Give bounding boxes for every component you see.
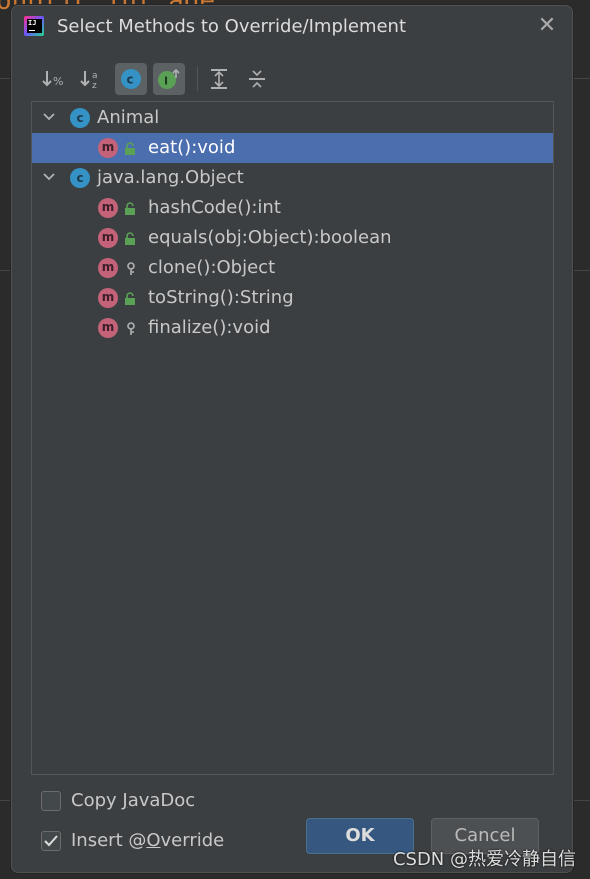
dialog-title: Select Methods to Override/Implement [57,16,407,37]
csdn-watermark: CSDN @热爱冷静自信 [392,849,576,870]
method-label: finalize():void [148,317,271,338]
insert-override-label[interactable]: Insert @Override [71,830,224,851]
copy-javadoc-checkbox[interactable] [41,791,61,811]
dialog-titlebar[interactable]: IJ Select Methods to Override/Implement … [11,5,573,49]
public-lock-icon [125,142,135,155]
checkmark-icon [44,835,58,847]
method-label: clone():Object [148,257,276,278]
tree-group-row[interactable]: c Animal [32,103,553,133]
method-icon: m [98,138,118,158]
close-icon[interactable]: ✕ [535,14,559,38]
method-label: toString():String [148,287,294,308]
class-name: java.lang.Object [97,167,244,188]
protected-key-icon [127,262,135,275]
method-label: equals(obj:Object):boolean [148,227,392,248]
method-row-finalize[interactable]: m finalize():void [32,313,553,343]
methods-tree[interactable]: c Animal m eat():void c java.lang.Object… [31,101,554,775]
svg-text:%: % [53,75,63,88]
class-name: Animal [97,107,160,128]
method-icon: m [98,318,118,338]
chevron-down-icon[interactable] [42,170,56,184]
group-by-class-icon[interactable]: c [115,63,147,95]
insert-override-checkbox[interactable] [41,831,61,851]
sort-alphabetically-icon[interactable]: a z [75,63,107,95]
svg-text:a: a [92,71,98,81]
sort-by-visibility-icon[interactable]: % [37,63,69,95]
class-icon: c [70,108,90,128]
tree-group-row[interactable]: c java.lang.Object [32,163,553,193]
method-label: hashCode():int [148,197,281,218]
method-row-eat[interactable]: m eat():void [32,133,553,163]
override-methods-dialog: IJ Select Methods to Override/Implement … [10,4,574,874]
protected-key-icon [127,322,135,335]
method-label: eat():void [148,137,236,158]
svg-text:I: I [164,75,168,88]
chevron-down-icon[interactable] [42,110,56,124]
method-icon: m [98,228,118,248]
method-icon: m [98,198,118,218]
svg-text:c: c [127,73,134,87]
collapse-all-icon[interactable] [241,63,273,95]
dialog-toolbar: % a z c I [37,63,553,97]
method-row-clone[interactable]: m clone():Object [32,253,553,283]
show-interfaces-icon[interactable]: I [153,63,185,95]
intellij-logo-icon: IJ [24,16,44,36]
method-row-equals[interactable]: m equals(obj:Object):boolean [32,223,553,253]
class-icon: c [70,168,90,188]
public-lock-icon [125,202,135,215]
public-lock-icon [125,232,135,245]
copy-javadoc-label[interactable]: Copy JavaDoc [71,790,195,811]
public-lock-icon [125,292,135,305]
method-row-hashcode[interactable]: m hashCode():int [32,193,553,223]
svg-text:z: z [92,81,97,90]
toolbar-separator [197,67,198,91]
expand-all-icon[interactable] [203,63,235,95]
method-icon: m [98,288,118,308]
method-row-tostring[interactable]: m toString():String [32,283,553,313]
method-icon: m [98,258,118,278]
